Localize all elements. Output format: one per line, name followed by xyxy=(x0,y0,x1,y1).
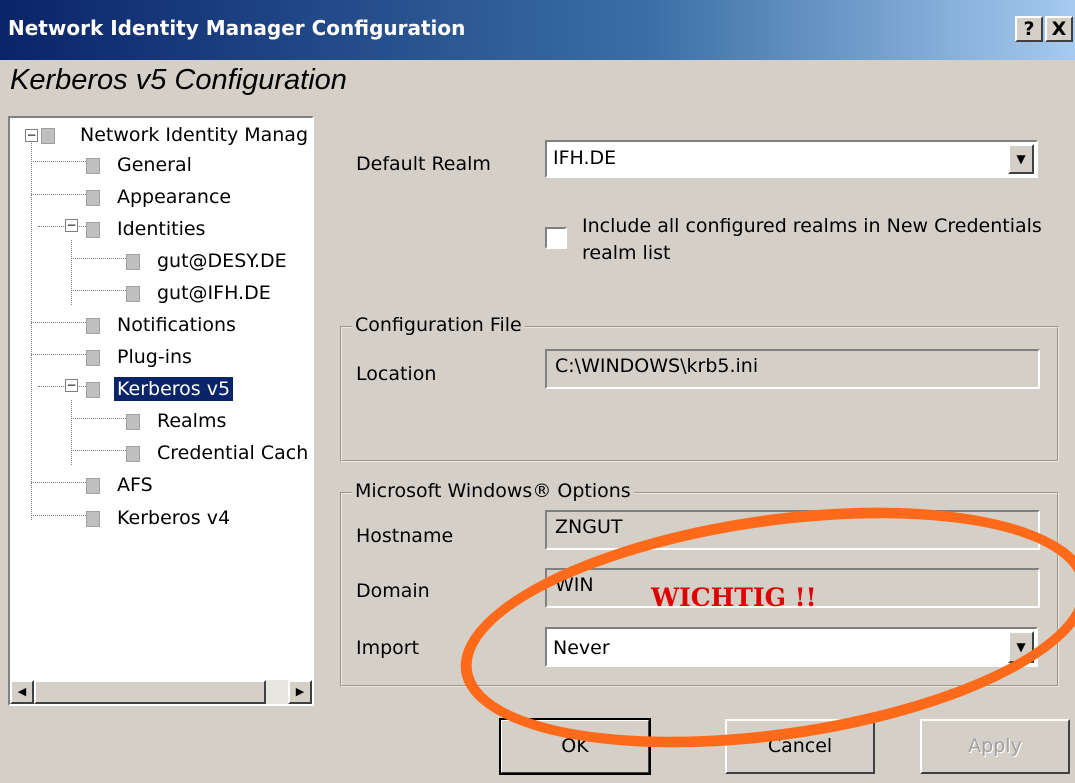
tree-item-identity-desy[interactable]: gut@DESY.DE xyxy=(126,247,290,275)
help-button[interactable]: ? xyxy=(1015,16,1043,42)
node-icon xyxy=(86,190,100,206)
tree-item-general[interactable]: General xyxy=(86,151,195,179)
window-title: Network Identity Manager Configuration xyxy=(8,16,466,40)
include-realms-label: Include all configured realms in New Cre… xyxy=(582,215,1042,237)
import-select[interactable]: Never ▼ xyxy=(545,627,1038,667)
scroll-left-icon[interactable]: ◀ xyxy=(10,680,34,704)
chevron-down-icon[interactable]: ▼ xyxy=(1008,144,1034,174)
node-icon xyxy=(126,286,140,302)
node-icon xyxy=(126,414,140,430)
node-icon xyxy=(86,158,100,174)
horizontal-scrollbar[interactable]: ◀ ▶ xyxy=(10,680,312,704)
scroll-right-icon[interactable]: ▶ xyxy=(288,680,312,704)
scroll-thumb[interactable] xyxy=(34,680,266,704)
collapse-toggle[interactable]: − xyxy=(65,379,78,392)
domain-label: Domain xyxy=(356,580,430,602)
windows-options-legend: Microsoft Windows® Options xyxy=(352,480,634,502)
tree-item-realms[interactable]: Realms xyxy=(126,407,229,435)
config-file-group xyxy=(340,326,1059,462)
node-icon xyxy=(126,254,140,270)
page-title: Kerberos v5 Configuration xyxy=(10,64,347,96)
tree-item-identity-ifh[interactable]: gut@IFH.DE xyxy=(126,279,274,307)
annotation-text: WICHTIG !! xyxy=(651,583,817,612)
apply-button[interactable]: Apply xyxy=(920,719,1070,774)
node-icon xyxy=(41,128,55,144)
tree-item-credential-cache[interactable]: Credential Cach xyxy=(126,439,311,467)
collapse-toggle[interactable]: − xyxy=(25,129,38,142)
include-realms-label-cont: realm list xyxy=(582,242,671,264)
tree-item-appearance[interactable]: Appearance xyxy=(86,183,234,211)
node-icon xyxy=(86,478,100,494)
tree-item-plugins[interactable]: Plug-ins xyxy=(86,343,195,371)
tree-item-kerberos-v4[interactable]: Kerberos v4 xyxy=(86,504,233,532)
close-button[interactable]: X xyxy=(1045,16,1073,42)
node-icon xyxy=(86,511,100,527)
hostname-field[interactable]: ZNGUT xyxy=(545,510,1040,550)
collapse-toggle[interactable]: − xyxy=(65,219,78,232)
tree-item-kerberos-v5[interactable]: Kerberos v5 xyxy=(86,375,235,403)
default-realm-select[interactable]: IFH.DE ▼ xyxy=(545,140,1038,178)
node-icon xyxy=(86,222,100,238)
location-label: Location xyxy=(356,363,437,385)
tree-item-root[interactable]: Network Identity Manag xyxy=(41,121,311,149)
hostname-label: Hostname xyxy=(356,525,454,547)
node-icon xyxy=(86,382,100,398)
tree-item-identities[interactable]: Identities xyxy=(86,215,208,243)
ok-button[interactable]: OK xyxy=(499,718,651,775)
config-tree[interactable]: − − − Network Identity Manag General App… xyxy=(8,116,314,706)
location-field[interactable]: C:\WINDOWS\krb5.ini xyxy=(545,349,1040,389)
include-realms-checkbox[interactable] xyxy=(545,227,567,249)
title-bar: Network Identity Manager Configuration ?… xyxy=(0,0,1075,60)
default-realm-label: Default Realm xyxy=(356,153,491,175)
node-icon xyxy=(86,318,100,334)
config-file-legend: Configuration File xyxy=(352,314,525,336)
chevron-down-icon[interactable]: ▼ xyxy=(1008,631,1034,663)
node-icon xyxy=(126,446,140,462)
node-icon xyxy=(86,350,100,366)
tree-item-notifications[interactable]: Notifications xyxy=(86,311,239,339)
tree-item-afs[interactable]: AFS xyxy=(86,471,156,499)
import-label: Import xyxy=(356,637,420,659)
cancel-button[interactable]: Cancel xyxy=(725,719,875,774)
